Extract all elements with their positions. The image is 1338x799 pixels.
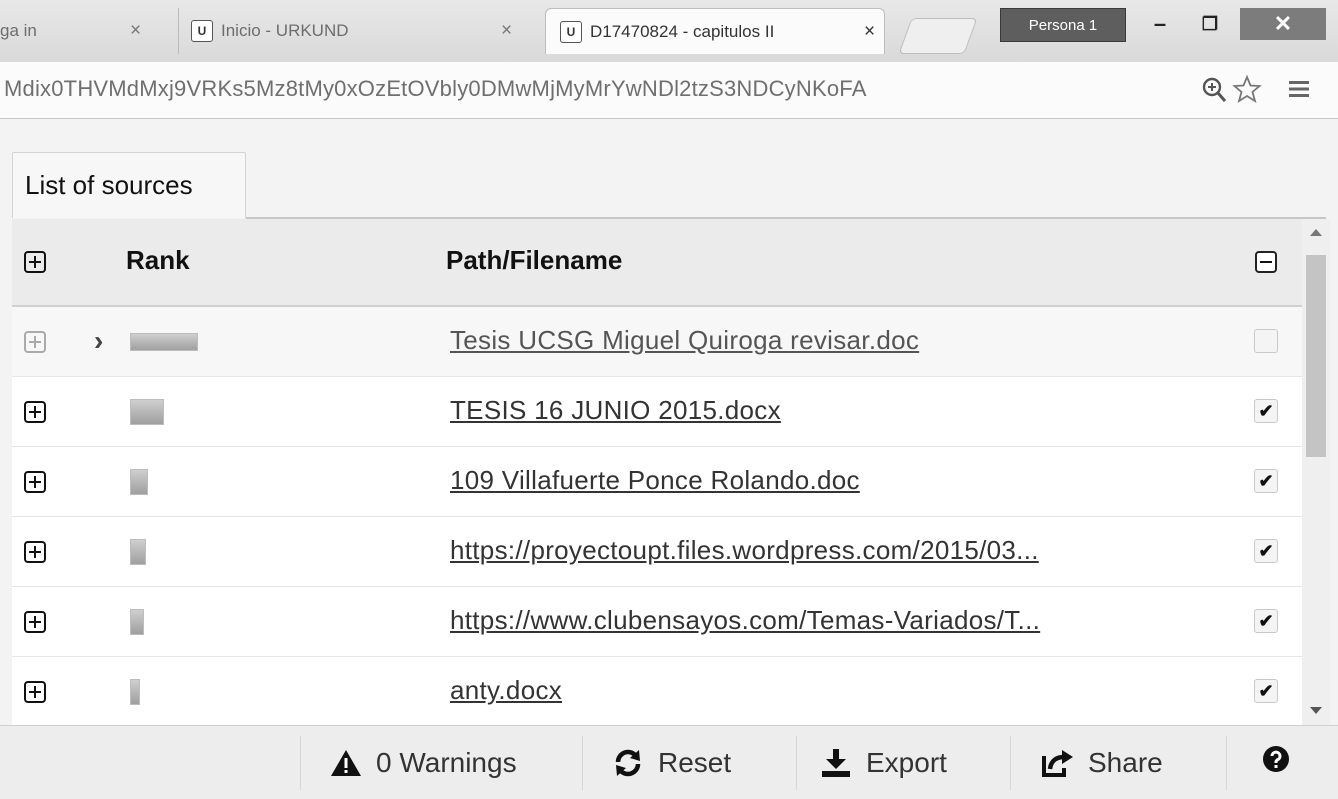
divider bbox=[1010, 736, 1011, 790]
share-icon bbox=[1040, 748, 1074, 778]
expand-icon[interactable] bbox=[24, 541, 46, 563]
scrollbar[interactable] bbox=[1302, 219, 1330, 725]
rank-bar bbox=[130, 609, 144, 635]
source-path-link[interactable]: Tesis UCSG Miguel Quiroga revisar.doc bbox=[450, 325, 919, 356]
source-checkbox[interactable] bbox=[1254, 329, 1278, 353]
bottom-toolbar: 0 Warnings Reset Export Share bbox=[0, 725, 1338, 799]
reset-button[interactable]: Reset bbox=[612, 726, 731, 799]
browser-tab[interactable]: ga in × bbox=[0, 8, 170, 54]
window-close-icon[interactable]: ✕ bbox=[1240, 8, 1326, 40]
browser-tab-active[interactable]: U D17470824 - capitulos II × bbox=[545, 8, 885, 54]
rank-bar bbox=[130, 539, 146, 565]
source-checkbox[interactable]: ✔ bbox=[1254, 399, 1278, 423]
scroll-up-arrow-icon[interactable] bbox=[1310, 229, 1322, 236]
column-header-rank[interactable]: Rank bbox=[126, 245, 190, 276]
share-label: Share bbox=[1088, 746, 1163, 778]
divider bbox=[796, 736, 797, 790]
reset-label: Reset bbox=[658, 746, 732, 778]
table-row[interactable]: TESIS 16 JUNIO 2015.docx ✔ bbox=[12, 377, 1302, 447]
rank-bar bbox=[130, 679, 140, 705]
urkund-favicon-icon: U bbox=[191, 20, 213, 42]
menu-icon[interactable] bbox=[1286, 76, 1312, 102]
minimize-icon[interactable]: – bbox=[1140, 8, 1180, 40]
source-path-link[interactable]: TESIS 16 JUNIO 2015.docx bbox=[450, 395, 781, 426]
sources-panel: List of sources Rank Path/Filename › Tes… bbox=[0, 120, 1338, 799]
source-path-link[interactable]: https://www.clubensayos.com/Temas-Variad… bbox=[450, 605, 1040, 636]
help-button[interactable] bbox=[1262, 726, 1292, 799]
divider bbox=[582, 736, 583, 790]
table-row[interactable]: https://proyectoupt.files.wordpress.com/… bbox=[12, 517, 1302, 587]
star-icon[interactable] bbox=[1232, 74, 1262, 104]
rank-bar bbox=[130, 333, 198, 351]
profile-button[interactable]: Persona 1 bbox=[1000, 8, 1126, 42]
address-bar: Mdix0THVMdMxj9VRKs5Mz8tMy0xOzEtOVbly0DMw… bbox=[0, 62, 1338, 119]
close-icon[interactable]: × bbox=[864, 21, 875, 43]
source-checkbox[interactable]: ✔ bbox=[1254, 679, 1278, 703]
warnings-label: 0 Warnings bbox=[376, 746, 517, 778]
tab-title: ga in bbox=[0, 21, 37, 40]
help-icon bbox=[1262, 745, 1290, 780]
table-row[interactable]: anty.docx ✔ bbox=[12, 657, 1302, 725]
select-all-checkbox[interactable] bbox=[1255, 251, 1277, 273]
export-button[interactable]: Export bbox=[820, 726, 947, 799]
expand-icon[interactable] bbox=[24, 401, 46, 423]
new-tab-button[interactable] bbox=[898, 18, 978, 54]
rank-bar bbox=[130, 399, 164, 425]
source-path-link[interactable]: 109 Villafuerte Ponce Rolando.doc bbox=[450, 465, 860, 496]
share-button[interactable]: Share bbox=[1040, 726, 1163, 799]
close-icon[interactable]: × bbox=[501, 20, 512, 42]
table-row[interactable]: 109 Villafuerte Ponce Rolando.doc ✔ bbox=[12, 447, 1302, 517]
table-row[interactable]: https://www.clubensayos.com/Temas-Variad… bbox=[12, 587, 1302, 657]
export-label: Export bbox=[866, 746, 947, 778]
url-input[interactable]: Mdix0THVMdMxj9VRKs5Mz8tMy0xOzEtOVbly0DMw… bbox=[4, 76, 1202, 104]
expand-icon[interactable] bbox=[24, 471, 46, 493]
scroll-down-arrow-icon[interactable] bbox=[1310, 707, 1322, 714]
table-header: Rank Path/Filename bbox=[12, 219, 1302, 307]
refresh-icon bbox=[612, 748, 644, 778]
restore-icon[interactable]: ❐ bbox=[1190, 8, 1230, 40]
close-icon[interactable]: × bbox=[130, 20, 141, 42]
browser-tabstrip: ga in × U Inicio - URKUND × U D17470824 … bbox=[0, 0, 1338, 62]
source-path-link[interactable]: https://proyectoupt.files.wordpress.com/… bbox=[450, 535, 1039, 566]
expand-icon[interactable] bbox=[24, 611, 46, 633]
sources-table: Rank Path/Filename › Tesis UCSG Miguel Q… bbox=[12, 219, 1302, 725]
rank-bar bbox=[130, 469, 148, 495]
expand-all-icon[interactable] bbox=[24, 251, 46, 273]
warning-icon bbox=[330, 748, 362, 778]
divider bbox=[300, 736, 301, 790]
warnings-button[interactable]: 0 Warnings bbox=[330, 726, 517, 799]
browser-tab[interactable]: U Inicio - URKUND × bbox=[178, 8, 518, 54]
zoom-icon[interactable] bbox=[1200, 74, 1228, 104]
table-row[interactable]: › Tesis UCSG Miguel Quiroga revisar.doc bbox=[12, 307, 1302, 377]
expand-icon[interactable] bbox=[24, 681, 46, 703]
expand-icon[interactable] bbox=[24, 331, 46, 353]
scroll-thumb[interactable] bbox=[1306, 255, 1326, 457]
divider bbox=[1226, 736, 1227, 790]
source-path-link[interactable]: anty.docx bbox=[450, 675, 562, 706]
chevron-right-icon[interactable]: › bbox=[94, 325, 103, 357]
urkund-favicon-icon: U bbox=[560, 20, 582, 43]
source-checkbox[interactable]: ✔ bbox=[1254, 539, 1278, 563]
tab-list-of-sources[interactable]: List of sources bbox=[12, 152, 246, 218]
column-header-path[interactable]: Path/Filename bbox=[446, 245, 622, 276]
tab-title: D17470824 - capitulos II bbox=[590, 21, 775, 41]
source-checkbox[interactable]: ✔ bbox=[1254, 609, 1278, 633]
tab-title: Inicio - URKUND bbox=[221, 21, 349, 40]
source-checkbox[interactable]: ✔ bbox=[1254, 469, 1278, 493]
download-icon bbox=[820, 748, 852, 778]
